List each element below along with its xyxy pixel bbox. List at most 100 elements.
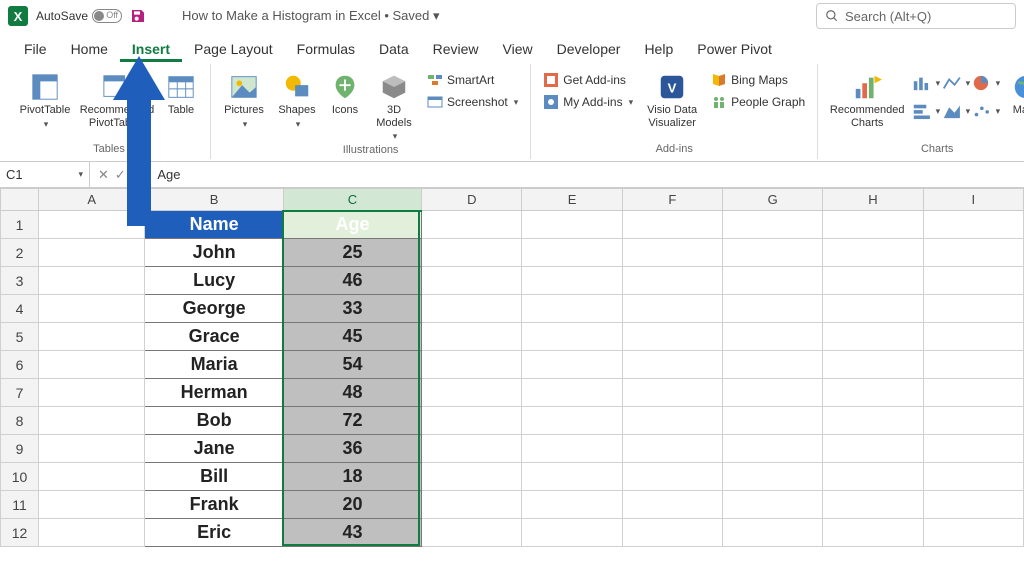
table-row[interactable]: 3Lucy46 bbox=[1, 267, 1024, 295]
cell[interactable] bbox=[39, 407, 145, 435]
cell[interactable] bbox=[723, 491, 823, 519]
cell[interactable] bbox=[39, 295, 145, 323]
cell[interactable] bbox=[823, 267, 923, 295]
cell-age[interactable]: Age bbox=[283, 211, 421, 239]
cell[interactable] bbox=[923, 267, 1023, 295]
cell[interactable] bbox=[622, 407, 722, 435]
cell[interactable] bbox=[422, 351, 522, 379]
cell[interactable] bbox=[923, 295, 1023, 323]
cell[interactable] bbox=[823, 407, 923, 435]
cell[interactable] bbox=[823, 323, 923, 351]
row-header[interactable]: 5 bbox=[1, 323, 39, 351]
cell[interactable] bbox=[622, 211, 722, 239]
row-header[interactable]: 12 bbox=[1, 519, 39, 547]
cell[interactable] bbox=[522, 211, 622, 239]
row-header[interactable]: 2 bbox=[1, 239, 39, 267]
tab-data[interactable]: Data bbox=[367, 35, 421, 62]
cell-name[interactable]: George bbox=[145, 295, 283, 323]
cell[interactable] bbox=[622, 519, 722, 547]
col-header-a[interactable]: A bbox=[39, 189, 145, 211]
col-header-e[interactable]: E bbox=[522, 189, 622, 211]
cell[interactable] bbox=[622, 239, 722, 267]
table-row[interactable]: 12Eric43 bbox=[1, 519, 1024, 547]
pictures-button[interactable]: Pictures▾ bbox=[219, 70, 269, 131]
shapes-button[interactable]: Shapes▾ bbox=[273, 70, 321, 131]
spreadsheet-grid[interactable]: A B C D E F G H I 1NameAge2John253Lucy46… bbox=[0, 188, 1024, 547]
cell[interactable] bbox=[422, 407, 522, 435]
bar-chart-button[interactable]: ▾ bbox=[912, 98, 940, 124]
cell[interactable] bbox=[39, 519, 145, 547]
column-headers[interactable]: A B C D E F G H I bbox=[1, 189, 1024, 211]
fx-icon[interactable]: fx bbox=[132, 167, 142, 182]
cell-name[interactable]: Lucy bbox=[145, 267, 283, 295]
cell-age[interactable]: 46 bbox=[283, 267, 421, 295]
cell[interactable] bbox=[923, 351, 1023, 379]
confirm-icon[interactable]: ✓ bbox=[115, 167, 126, 183]
maps-button[interactable]: Maps▾ bbox=[1004, 70, 1024, 131]
cell-age[interactable]: 33 bbox=[283, 295, 421, 323]
column-chart-button[interactable]: ▾ bbox=[912, 70, 940, 96]
table-row[interactable]: 9Jane36 bbox=[1, 435, 1024, 463]
line-chart-button[interactable]: ▾ bbox=[942, 70, 970, 96]
cell[interactable] bbox=[522, 351, 622, 379]
cell-name[interactable]: Name bbox=[145, 211, 283, 239]
cell[interactable] bbox=[522, 407, 622, 435]
cell[interactable] bbox=[723, 323, 823, 351]
chevron-down-icon[interactable]: ▾ bbox=[78, 169, 83, 180]
table-row[interactable]: 2 John25 bbox=[1, 239, 1024, 267]
name-box[interactable]: C1 ▾ bbox=[0, 162, 90, 187]
smartart-button[interactable]: SmartArt bbox=[423, 70, 522, 90]
tab-developer[interactable]: Developer bbox=[545, 35, 633, 62]
tab-review[interactable]: Review bbox=[421, 35, 491, 62]
cancel-icon[interactable]: ✕ bbox=[98, 167, 109, 183]
cell[interactable] bbox=[823, 379, 923, 407]
cell-name[interactable]: Frank bbox=[145, 491, 283, 519]
cell-age[interactable]: 48 bbox=[283, 379, 421, 407]
pivottable-button[interactable]: PivotTable▾ bbox=[16, 70, 74, 131]
row-header[interactable]: 10 bbox=[1, 463, 39, 491]
bing-maps-button[interactable]: Bing Maps bbox=[707, 70, 809, 90]
icons-button[interactable]: Icons bbox=[325, 70, 365, 119]
cell[interactable] bbox=[422, 379, 522, 407]
cell[interactable] bbox=[39, 379, 145, 407]
my-addins-button[interactable]: My Add-ins▾ bbox=[539, 92, 637, 112]
cell-age[interactable]: 54 bbox=[283, 351, 421, 379]
tab-power-pivot[interactable]: Power Pivot bbox=[685, 35, 784, 62]
cell[interactable] bbox=[622, 323, 722, 351]
cell[interactable] bbox=[723, 211, 823, 239]
area-chart-button[interactable]: ▾ bbox=[942, 98, 970, 124]
row-header[interactable]: 8 bbox=[1, 407, 39, 435]
cell[interactable] bbox=[39, 323, 145, 351]
cell[interactable] bbox=[823, 463, 923, 491]
col-header-d[interactable]: D bbox=[422, 189, 522, 211]
col-header-f[interactable]: F bbox=[622, 189, 722, 211]
cell[interactable] bbox=[422, 435, 522, 463]
cell-name[interactable]: Bill bbox=[145, 463, 283, 491]
cell[interactable] bbox=[923, 239, 1023, 267]
cell[interactable] bbox=[723, 379, 823, 407]
cell-name[interactable]: John bbox=[145, 239, 283, 267]
cell[interactable] bbox=[823, 295, 923, 323]
save-icon[interactable] bbox=[130, 8, 146, 24]
table-row[interactable]: 6Maria54 bbox=[1, 351, 1024, 379]
cell[interactable] bbox=[823, 519, 923, 547]
cell[interactable] bbox=[422, 323, 522, 351]
scatter-chart-button[interactable]: ▾ bbox=[972, 98, 1000, 124]
cell[interactable] bbox=[422, 519, 522, 547]
table-row[interactable]: 5Grace45 bbox=[1, 323, 1024, 351]
cell[interactable] bbox=[522, 491, 622, 519]
select-all-corner[interactable] bbox=[1, 189, 39, 211]
cell-age[interactable]: 25 bbox=[283, 239, 421, 267]
cell-name[interactable]: Eric bbox=[145, 519, 283, 547]
cell[interactable] bbox=[422, 267, 522, 295]
cell-age[interactable]: 36 bbox=[283, 435, 421, 463]
cell[interactable] bbox=[422, 295, 522, 323]
col-header-g[interactable]: G bbox=[723, 189, 823, 211]
cell[interactable] bbox=[723, 463, 823, 491]
cell[interactable] bbox=[622, 435, 722, 463]
get-addins-button[interactable]: Get Add-ins bbox=[539, 70, 637, 90]
cell[interactable] bbox=[422, 491, 522, 519]
cell[interactable] bbox=[723, 435, 823, 463]
table-row[interactable]: 4George33 bbox=[1, 295, 1024, 323]
table-row[interactable]: 10Bill18 bbox=[1, 463, 1024, 491]
